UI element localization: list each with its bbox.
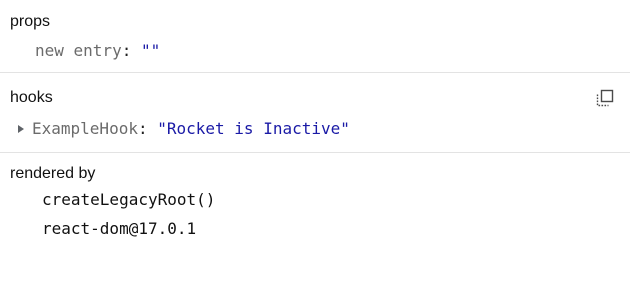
hook-colon: : [137, 119, 158, 138]
hooks-title: hooks [10, 89, 53, 106]
rendered-by-item[interactable]: createLegacyRoot() [42, 190, 215, 210]
hook-value[interactable]: "Rocket is Inactive" [157, 119, 350, 138]
hook-key[interactable]: ExampleHook [32, 119, 138, 138]
props-title: props [10, 13, 51, 30]
rendered-by-section: rendered by createLegacyRoot() react-dom… [0, 153, 630, 295]
rendered-by-item[interactable]: react-dom@17.0.1 [42, 219, 196, 239]
hook-row[interactable]: ExampleHook: "Rocket is Inactive" [18, 119, 350, 139]
rendered-by-title: rendered by [10, 165, 96, 182]
prop-key[interactable]: new entry [35, 41, 122, 60]
hooks-section: hooks ExampleHook: "Rocket is Inactive" [0, 73, 630, 152]
prop-colon: : [121, 41, 141, 60]
props-entry-row[interactable]: new entry: "" [35, 41, 160, 61]
copy-icon[interactable] [596, 89, 614, 107]
props-section: props new entry: "" [0, 0, 630, 72]
expand-arrow-icon[interactable] [18, 124, 24, 133]
prop-value[interactable]: "" [141, 41, 160, 60]
